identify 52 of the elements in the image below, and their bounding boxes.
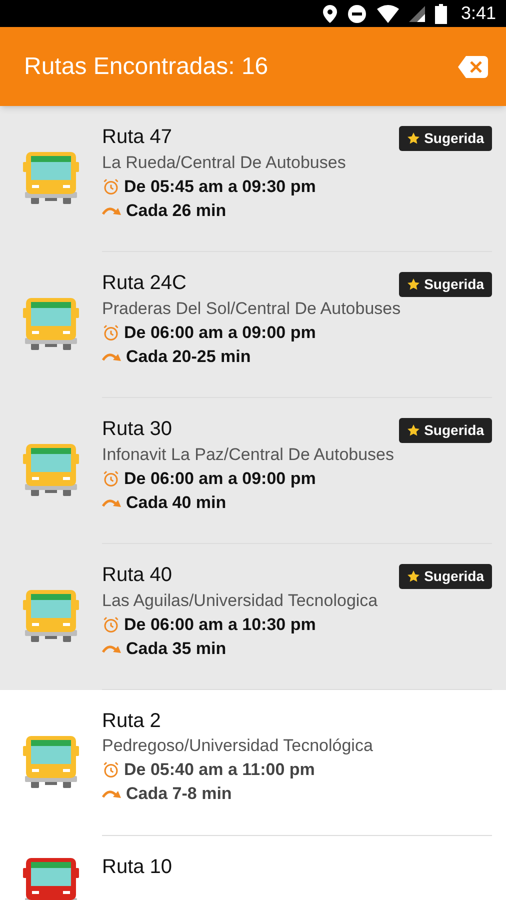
alarm-clock-icon [102, 470, 120, 488]
route-name: Ruta 40 [102, 563, 172, 588]
route-path: Praderas Del Sol/Central De Autobuses [102, 298, 402, 320]
route-path: Pedregoso/Universidad Tecnológica [102, 735, 374, 757]
alarm-clock-icon [102, 616, 120, 634]
star-icon [407, 278, 420, 291]
frequency-text: Cada 35 min [126, 638, 226, 660]
schedule-text: De 06:00 am a 09:00 pm [124, 468, 316, 490]
schedule-text: De 05:45 am a 09:30 pm [124, 176, 316, 198]
frequency-text: Cada 26 min [126, 200, 226, 222]
route-path: La Rueda/Central De Autobuses [102, 152, 347, 174]
clear-button[interactable] [456, 54, 490, 80]
curved-arrow-icon [102, 351, 122, 363]
suggested-badge: Sugerida [399, 272, 492, 297]
alarm-clock-icon [102, 761, 120, 779]
suggested-badge: Sugerida [399, 564, 492, 589]
star-icon [407, 424, 420, 437]
suggested-badge: Sugerida [399, 126, 492, 151]
route-item[interactable]: Ruta 47 Sugerida La Rueda/Central De Autobuses De 05:45 am a 09:30 pm Cada 26 min [0, 106, 506, 252]
frequency-text: Cada 40 min [126, 492, 226, 514]
route-name: Ruta 47 [102, 125, 172, 150]
do-not-disturb-icon [346, 4, 367, 24]
schedule-text: De 06:00 am a 09:00 pm [124, 322, 316, 344]
star-icon [407, 570, 420, 583]
schedule-text: De 06:00 am a 10:30 pm [124, 614, 316, 636]
wifi-icon [376, 4, 399, 22]
route-item[interactable]: Ruta 30 Sugerida Infonavit La Paz/Central De Autobuses De 06:00 am a 09:00 pm Cada 40 min [0, 398, 506, 544]
curved-arrow-icon [102, 788, 122, 800]
route-name: Ruta 24C [102, 271, 186, 296]
page-title: Rutas Encontradas: 16 [24, 52, 268, 82]
frequency-text: Cada 20-25 min [126, 346, 251, 368]
frequency-text: Cada 7-8 min [126, 783, 232, 805]
route-name: Ruta 2 [102, 709, 161, 734]
battery-icon [434, 4, 447, 24]
route-name: Ruta 10 [102, 855, 172, 880]
route-name: Ruta 30 [102, 417, 172, 442]
schedule-text: De 05:40 am a 11:00 pm [124, 759, 315, 781]
route-item[interactable]: Ruta 24C Sugerida Praderas Del Sol/Central De Autobuses De 06:00 am a 09:00 pm Cada 20-25 min [0, 252, 506, 398]
curved-arrow-icon [102, 497, 122, 509]
curved-arrow-icon [102, 205, 122, 217]
route-path: Infonavit La Paz/Central De Autobuses [102, 444, 396, 466]
alarm-clock-icon [102, 178, 120, 196]
clock-time: 3:41 [460, 2, 496, 25]
star-icon [407, 132, 420, 145]
backspace-icon [458, 56, 488, 78]
route-path: Las Aguilas/Universidad Tecnologica [102, 590, 379, 612]
signal-icon [408, 6, 425, 22]
alarm-clock-icon [102, 324, 120, 342]
location-icon [322, 4, 337, 22]
suggested-badge: Sugerida [399, 418, 492, 443]
curved-arrow-icon [102, 643, 122, 655]
route-item[interactable]: Ruta 40 Sugerida Las Aguilas/Universidad Tecnologica De 06:00 am a 10:30 pm Cada 35 min [0, 544, 506, 690]
